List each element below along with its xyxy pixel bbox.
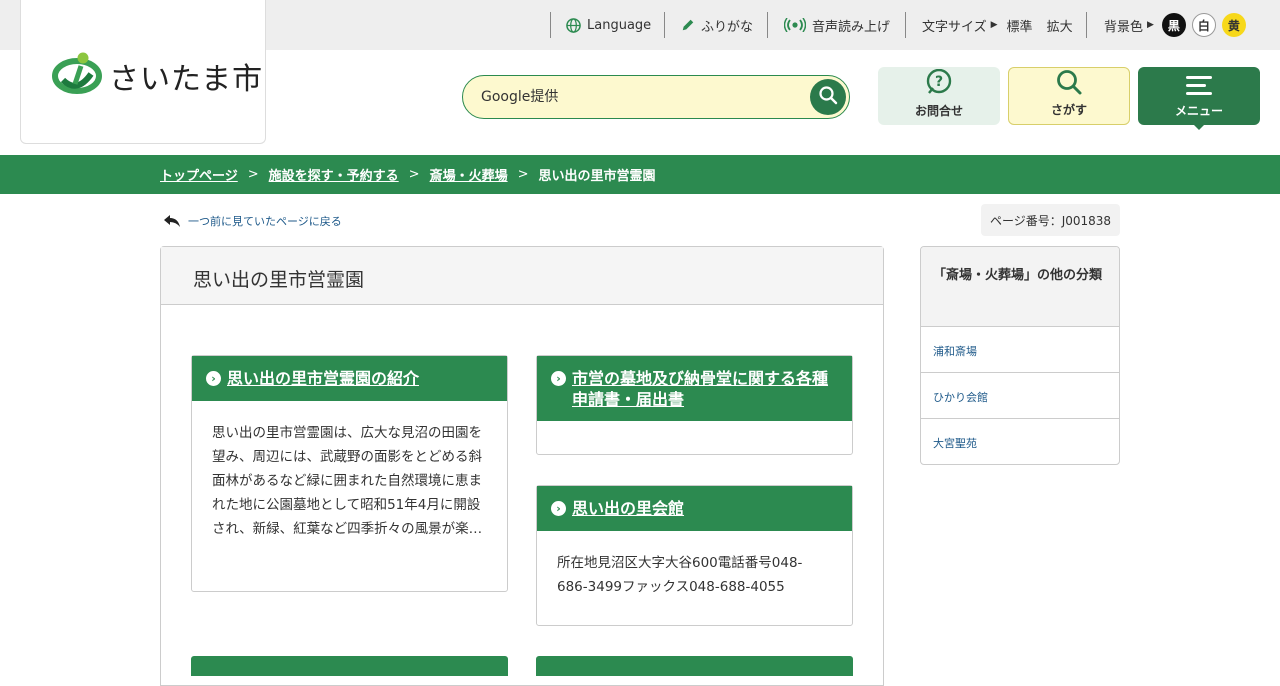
card-header: › 市営の墓地及び納骨堂に関する各種申請書・届出書 [537, 356, 852, 421]
divider [664, 12, 665, 38]
font-size-standard-button[interactable]: 標準 [1007, 16, 1033, 35]
divider [905, 12, 906, 38]
logo-text: さいたま市 [109, 62, 264, 97]
furigana-button[interactable]: ふりがな [681, 12, 753, 38]
hamburger-icon [1184, 74, 1214, 99]
page-title: 思い出の里市営霊園 [161, 247, 883, 305]
inquiry-label: お問合せ [914, 104, 963, 118]
breadcrumb: トップページ > 施設を探す・予約する > 斎場・火葬場 > 思い出の里市営霊園 [160, 165, 656, 184]
breadcrumb-crematorium-link[interactable]: 斎場・火葬場 [430, 165, 508, 184]
back-link-label: 一つ前に見ていたページに戻る [188, 215, 342, 228]
font-size-control: 文字サイズ ▶ 標準 拡大 [922, 12, 1073, 38]
side-category-panel: 「斎場・火葬場」の他の分類 浦和斎場 ひかり会館 大宮聖苑 [920, 246, 1120, 465]
broadcast-icon [784, 18, 806, 32]
language-button[interactable]: Language [566, 12, 651, 38]
triangle-right-icon: ▶ [990, 20, 998, 30]
side-link-hikari[interactable]: ひかり会館 [921, 373, 1119, 419]
card-introduction: › 思い出の里市営霊園の紹介 思い出の里市営霊園は、広大な見沼の田園を望み、周辺… [191, 355, 508, 592]
breadcrumb-separator: > [408, 167, 420, 182]
search-input[interactable] [481, 86, 801, 108]
card-description: 所在地見沼区大字大谷600電話番号048-686-3499ファックス048-68… [557, 555, 803, 595]
magnifier-icon [1055, 68, 1083, 99]
card-link-hall[interactable]: 思い出の里会館 [572, 498, 684, 519]
card-header: › 思い出の里市営霊園の紹介 [192, 356, 507, 401]
menu-label: メニュー [1174, 104, 1223, 118]
breadcrumb-home-link[interactable]: トップページ [160, 165, 238, 184]
background-color-control: 背景色 ▶ 黒 白 黄 [1104, 12, 1246, 38]
search-nav-label: さがす [1050, 103, 1087, 117]
pencil-icon [681, 18, 695, 32]
breadcrumb-current: 思い出の里市営霊園 [538, 169, 656, 184]
card-description: 思い出の里市営霊園は、広大な見沼の田園を望み、周辺には、武蔵野の面影をとどめる斜… [212, 425, 483, 537]
question-icon: ? [925, 68, 953, 100]
card-applications: › 市営の墓地及び納骨堂に関する各種申請書・届出書 [536, 355, 853, 455]
saitama-logo-icon [51, 50, 103, 100]
voice-reader-button[interactable]: 音声読み上げ [784, 12, 890, 38]
menu-button[interactable]: メニュー [1138, 67, 1260, 125]
search-button[interactable] [810, 79, 846, 115]
svg-text:?: ? [935, 74, 943, 90]
furigana-label: ふりがな [701, 19, 754, 35]
breadcrumb-separator: > [517, 167, 529, 182]
background-color-label: 背景色 [1104, 19, 1144, 35]
bg-black-button[interactable]: 黒 [1161, 13, 1186, 37]
back-arrow-icon [163, 214, 181, 228]
divider [1086, 12, 1087, 38]
menu-caret [1193, 124, 1205, 130]
card-hall: › 思い出の里会館 所在地見沼区大字大谷600電話番号048-686-3499フ… [536, 485, 853, 626]
chevron-right-icon: › [206, 371, 221, 386]
globe-icon [566, 17, 581, 33]
divider [550, 12, 551, 38]
site-search [462, 75, 850, 119]
voice-reader-label: 音声読み上げ [812, 19, 891, 35]
language-label: Language [587, 17, 652, 33]
breadcrumb-separator: > [247, 167, 259, 182]
back-link[interactable]: 一つ前に見ていたページに戻る [163, 213, 342, 229]
bg-yellow-button[interactable]: 黄 [1221, 13, 1246, 37]
font-size-large-button[interactable]: 拡大 [1047, 16, 1073, 35]
breadcrumb-bar: トップページ > 施設を探す・予約する > 斎場・火葬場 > 思い出の里市営霊園 [0, 155, 1280, 194]
font-size-label: 文字サイズ [922, 19, 987, 35]
side-link-omiya[interactable]: 大宮聖苑 [921, 419, 1119, 464]
breadcrumb-facilities-link[interactable]: 施設を探す・予約する [269, 165, 399, 184]
search-icon [818, 85, 838, 109]
site-logo[interactable]: さいたま市 [20, 0, 266, 144]
page-number: ページ番号：J001838 [981, 204, 1120, 236]
inquiry-button[interactable]: ? お問合せ [878, 67, 1000, 125]
card-link-introduction[interactable]: 思い出の里市営霊園の紹介 [227, 368, 419, 389]
chevron-right-icon: › [551, 371, 566, 386]
card-header-partial [536, 656, 853, 676]
card-link-applications[interactable]: 市営の墓地及び納骨堂に関する各種申請書・届出書 [572, 368, 838, 410]
search-nav-button[interactable]: さがす [1008, 67, 1130, 125]
triangle-right-icon: ▶ [1147, 20, 1154, 30]
side-panel-title: 「斎場・火葬場」の他の分類 [921, 247, 1119, 327]
divider [767, 12, 768, 38]
chevron-right-icon: › [551, 501, 566, 516]
side-link-urawa[interactable]: 浦和斎場 [921, 327, 1119, 373]
bg-white-button[interactable]: 白 [1191, 13, 1216, 37]
card-header: › 思い出の里会館 [537, 486, 852, 531]
card-header-partial [191, 656, 508, 676]
